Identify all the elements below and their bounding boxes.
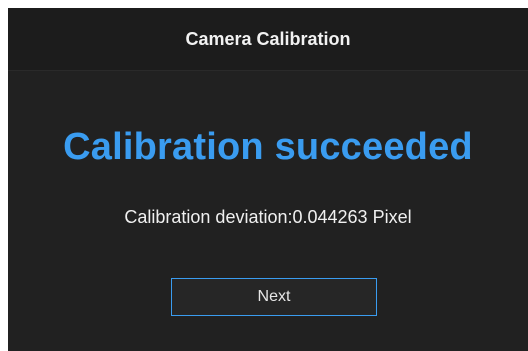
dialog-content: Calibration succeeded Calibration deviat… — [8, 71, 528, 351]
calibration-dialog: Camera Calibration Calibration succeeded… — [8, 8, 528, 351]
dialog-title: Camera Calibration — [185, 28, 351, 49]
dialog-titlebar: Camera Calibration — [8, 8, 528, 71]
calibration-result-heading: Calibration succeeded — [63, 126, 473, 168]
next-button[interactable]: Next — [171, 278, 377, 316]
calibration-deviation-text: Calibration deviation:0.044263 Pixel — [124, 207, 412, 227]
